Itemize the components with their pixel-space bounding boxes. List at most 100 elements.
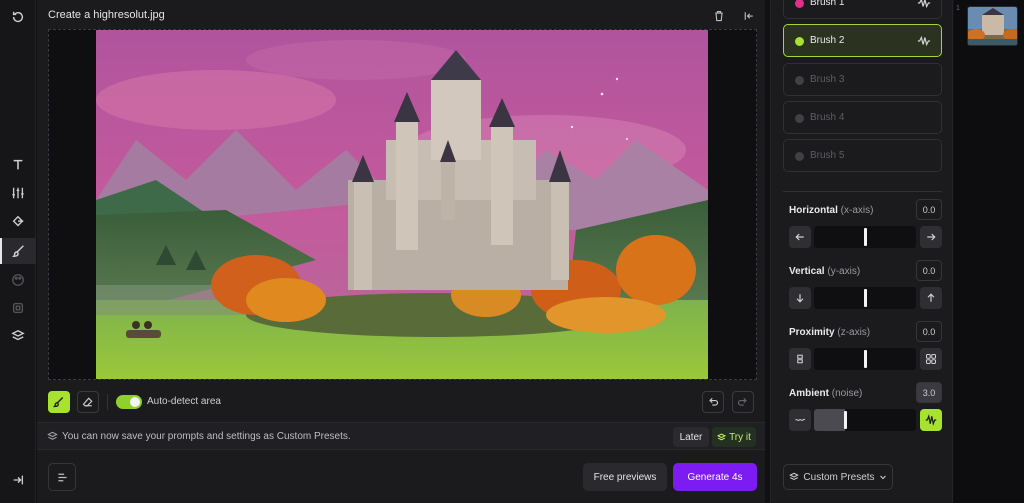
brush-1-item[interactable]: Brush 1: [783, 0, 942, 19]
ambient-sub: (noise): [831, 388, 863, 399]
document-title: Create a highresolut.jpg: [48, 9, 165, 21]
try-it-label: Try it: [729, 431, 751, 443]
proximity-slider-thumb[interactable]: [864, 350, 867, 368]
auto-detect-toggle[interactable]: [116, 395, 142, 409]
layers-small-icon: [47, 431, 58, 440]
ambient-value[interactable]: 3.0: [916, 382, 942, 403]
editor-panel: Create a highresolut.jpg Auto-detect are…: [37, 0, 765, 503]
brush-5-color-dot: [795, 152, 804, 161]
vertical-label: Vertical (y-axis): [789, 266, 860, 277]
brush-1-color-dot: [795, 0, 804, 8]
try-it-button[interactable]: Try it: [712, 427, 756, 447]
auto-detect-label: Auto-detect area: [147, 396, 221, 407]
proximity-value[interactable]: 0.0: [916, 321, 942, 342]
vertical-value[interactable]: 0.0: [916, 260, 942, 281]
vertical-slider-thumb[interactable]: [864, 289, 867, 307]
ambient-slider[interactable]: [814, 409, 916, 431]
ambient-title: Ambient: [789, 388, 829, 399]
arrow-up-button[interactable]: [920, 287, 942, 309]
brush-tool-icon[interactable]: [0, 238, 36, 264]
layers-icon[interactable]: [0, 323, 36, 349]
eraser-button[interactable]: [77, 391, 99, 413]
vertical-slider[interactable]: [814, 287, 916, 309]
brush-4-color-dot: [795, 114, 804, 123]
undo-button[interactable]: [702, 391, 724, 413]
active-wave-icon: [925, 414, 937, 426]
prompt-settings-button[interactable]: [48, 463, 76, 491]
proximity-increase-button[interactable]: [920, 348, 942, 370]
brush-5-item[interactable]: Brush 5: [783, 139, 942, 172]
palette-icon[interactable]: [0, 267, 36, 293]
settings-divider: [783, 191, 942, 192]
brush-4-label: Brush 4: [810, 112, 845, 123]
generate-button[interactable]: Generate 4s: [673, 463, 757, 491]
image-canvas[interactable]: [48, 29, 757, 380]
proximity-decrease-button[interactable]: [789, 348, 811, 370]
collapse-icon[interactable]: [0, 467, 36, 493]
brush-2-item[interactable]: Brush 2: [783, 24, 942, 57]
arrow-right-icon: [927, 233, 936, 241]
frame-icon[interactable]: [0, 295, 36, 321]
later-button[interactable]: Later: [673, 427, 709, 447]
toolbar-divider: [107, 394, 108, 410]
brush-5-label: Brush 5: [810, 150, 845, 161]
left-toolbar: [0, 0, 36, 503]
brush-2-label: Brush 2: [810, 35, 845, 46]
horizontal-slider-thumb[interactable]: [864, 228, 867, 246]
custom-presets-dropdown[interactable]: Custom Presets: [783, 464, 893, 490]
ambient-slider-fill: [814, 409, 845, 431]
horizontal-label: Horizontal (x-axis): [789, 205, 873, 216]
mask-brush-button[interactable]: [48, 391, 70, 413]
arrow-down-icon: [796, 294, 804, 303]
brush-3-item[interactable]: Brush 3: [783, 63, 942, 96]
arrow-down-button[interactable]: [789, 287, 811, 309]
proximity-slider[interactable]: [814, 348, 916, 370]
horizontal-title: Horizontal: [789, 205, 838, 216]
horizontal-sub: (x-axis): [840, 205, 874, 216]
trash-icon[interactable]: [710, 7, 728, 25]
try-it-icon: [717, 433, 727, 440]
horizontal-value[interactable]: 0.0: [916, 199, 942, 220]
castle-image: [96, 30, 708, 379]
ambient-label: Ambient (noise): [789, 388, 862, 399]
brush-3-color-dot: [795, 76, 804, 85]
vertical-sub: (y-axis): [827, 266, 861, 277]
adjust-sliders-icon[interactable]: [0, 180, 36, 206]
presets-layers-icon: [789, 472, 800, 481]
brush-1-label: Brush 1: [810, 0, 845, 8]
collapse-panel-icon[interactable]: [740, 7, 758, 25]
ambient-slider-thumb[interactable]: [844, 411, 847, 429]
presets-notice: You can now save your prompts and settin…: [37, 422, 765, 450]
custom-presets-label: Custom Presets: [803, 471, 875, 483]
chevron-down-icon: [879, 475, 886, 480]
waveform-icon: [917, 0, 931, 9]
horizontal-slider[interactable]: [814, 226, 916, 248]
transform-icon[interactable]: [0, 209, 36, 235]
prompt-settings-icon: [57, 473, 67, 481]
arrow-right-button[interactable]: [920, 226, 942, 248]
proximity-title: Proximity: [789, 327, 835, 338]
brush-settings-panel: Brush 1 Brush 2 Brush 3 Brush 4 Brush 5 …: [770, 0, 953, 503]
vertical-title: Vertical: [789, 266, 825, 277]
grid-small-icon: [797, 354, 803, 364]
notice-text: You can now save your prompts and settin…: [62, 431, 351, 442]
flat-wave-icon: [795, 418, 806, 421]
text-tool-icon[interactable]: [0, 152, 36, 178]
arrow-left-icon: [795, 233, 804, 241]
grid-large-icon: [925, 353, 937, 365]
proximity-label: Proximity (z-axis): [789, 327, 870, 338]
ambient-decrease-button[interactable]: [789, 409, 811, 431]
arrow-left-button[interactable]: [789, 226, 811, 248]
action-bar: Free previews Generate 4s: [37, 451, 765, 503]
brush-4-item[interactable]: Brush 4: [783, 101, 942, 134]
app-window: Create a highresolut.jpg Auto-detect are…: [0, 0, 1024, 503]
brush-3-label: Brush 3: [810, 74, 845, 85]
free-previews-button[interactable]: Free previews: [583, 463, 667, 491]
redo-button[interactable]: [732, 391, 754, 413]
mask-toolbar: Auto-detect area: [48, 391, 757, 415]
thumbnail-index: 1: [956, 5, 960, 12]
thumbnail-image[interactable]: [967, 6, 1018, 46]
refresh-icon[interactable]: [0, 4, 36, 30]
ambient-increase-button[interactable]: [920, 409, 942, 431]
proximity-sub: (z-axis): [837, 327, 871, 338]
